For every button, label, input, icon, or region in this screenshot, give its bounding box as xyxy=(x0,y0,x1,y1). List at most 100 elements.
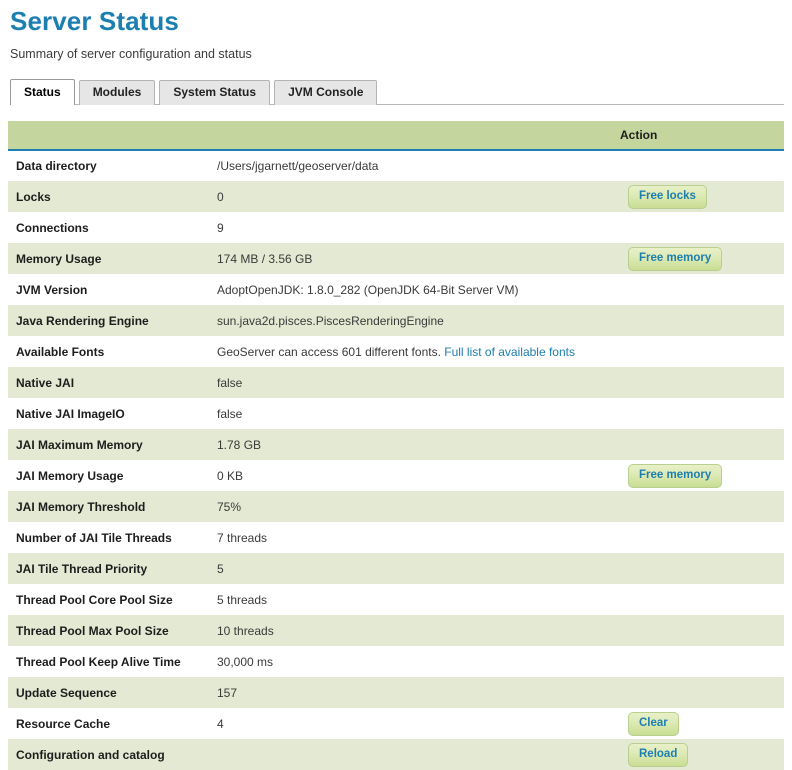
row-property-label: Memory Usage xyxy=(16,251,102,266)
column-header-property xyxy=(8,121,216,151)
row-property-label: JVM Version xyxy=(16,282,88,297)
row-action-cell: Free memory xyxy=(620,243,784,274)
row-action-cell: Free locks xyxy=(620,181,784,212)
row-property-label: Resource Cache xyxy=(16,716,111,731)
table-row: JAI Tile Thread Priority 5 xyxy=(8,553,784,584)
tab-system-status[interactable]: System Status xyxy=(159,80,271,105)
table-row: Native JAI false xyxy=(8,367,784,398)
free-memory-button[interactable]: Free memory xyxy=(628,246,723,271)
column-header-value xyxy=(216,121,620,151)
column-header-action: Action xyxy=(620,121,784,151)
row-property-label: Thread Pool Max Pool Size xyxy=(16,623,169,638)
row-action-cell xyxy=(620,398,784,429)
row-value: 157 xyxy=(217,685,238,700)
table-header-row: Action xyxy=(8,121,784,151)
status-table-wrap: Action Data directory/Users/jgarnett/geo… xyxy=(0,121,792,770)
row-property-label: Available Fonts xyxy=(16,344,105,359)
row-value: sun.java2d.pisces.PiscesRenderingEngine xyxy=(217,313,444,328)
row-action-cell xyxy=(620,336,784,367)
row-property-label: JAI Memory Threshold xyxy=(16,499,146,514)
row-action-cell xyxy=(620,646,784,677)
table-row: Thread Pool Keep Alive Time 30,000 ms xyxy=(8,646,784,677)
row-value: 5 xyxy=(217,561,224,576)
table-row: Thread Pool Core Pool Size 5 threads xyxy=(8,584,784,615)
row-property-label: Native JAI xyxy=(16,375,75,390)
table-row: JAI Maximum Memory 1.78 GB xyxy=(8,429,784,460)
row-value: AdoptOpenJDK: 1.8.0_282 (OpenJDK 64-Bit … xyxy=(217,282,519,297)
row-value: 75% xyxy=(217,499,242,514)
table-row: Resource Cache 4 Clear xyxy=(8,708,784,739)
tab-modules[interactable]: Modules xyxy=(78,80,156,105)
row-property-label: Data directory xyxy=(16,159,97,173)
table-row: Memory Usage 174 MB / 3.56 GB Free memory xyxy=(8,243,784,274)
row-action-cell xyxy=(620,553,784,584)
row-property-label: Update Sequence xyxy=(16,685,117,700)
available-fonts-link[interactable]: Full list of available fonts xyxy=(444,345,575,359)
table-row: Update Sequence 157 xyxy=(8,677,784,708)
table-row: Thread Pool Max Pool Size 10 threads xyxy=(8,615,784,646)
row-value: 0 xyxy=(217,189,224,204)
row-property-label: Java Rendering Engine xyxy=(16,313,149,328)
reload-button[interactable]: Reload xyxy=(628,742,689,767)
row-property-label: JAI Memory Usage xyxy=(16,468,124,483)
row-value: GeoServer can access 601 different fonts… xyxy=(216,336,620,367)
tab-status[interactable]: Status xyxy=(10,79,75,105)
table-row: Data directory/Users/jgarnett/geoserver/… xyxy=(8,150,784,181)
row-property-label: JAI Tile Thread Priority xyxy=(16,561,148,576)
clear-button[interactable]: Clear xyxy=(628,711,679,736)
table-head: Action xyxy=(8,121,784,151)
row-value: false xyxy=(217,406,243,421)
row-value: 30,000 ms xyxy=(217,654,274,669)
row-property-label: Thread Pool Keep Alive Time xyxy=(16,654,181,669)
table-row: Available Fonts GeoServer can access 601 … xyxy=(8,336,784,367)
row-value: 0 KB xyxy=(217,468,244,483)
free-locks-button[interactable]: Free locks xyxy=(628,184,707,209)
row-action-cell: Free memory xyxy=(620,460,784,491)
tab-jvm-console[interactable]: JVM Console xyxy=(274,80,378,105)
row-value: 4 xyxy=(217,716,224,731)
row-property-label: Connections xyxy=(16,220,89,235)
row-value: 9 xyxy=(217,220,224,235)
row-property-label: Configuration and catalog xyxy=(16,747,165,762)
row-action-cell xyxy=(620,677,784,708)
table-body: Data directory/Users/jgarnett/geoserver/… xyxy=(8,150,784,770)
row-value: 7 threads xyxy=(217,530,268,545)
row-action-cell xyxy=(620,274,784,305)
row-value: /Users/jgarnett/geoserver/data xyxy=(217,159,379,173)
tab-bar: Status Modules System Status JVM Console xyxy=(0,78,792,105)
row-action-cell xyxy=(620,584,784,615)
row-action-cell xyxy=(620,367,784,398)
row-action-cell xyxy=(620,491,784,522)
row-action-cell xyxy=(620,305,784,336)
row-property-label: JAI Maximum Memory xyxy=(16,437,143,452)
row-action-cell xyxy=(620,212,784,243)
table-row: Configuration and catalog Reload xyxy=(8,739,784,770)
row-property-label: Number of JAI Tile Threads xyxy=(16,530,172,545)
row-action-cell xyxy=(620,522,784,553)
row-action-cell xyxy=(620,150,784,181)
tab-list: Status Modules System Status JVM Console xyxy=(10,78,792,105)
page-subtitle: Summary of server configuration and stat… xyxy=(10,47,252,61)
table-row: Native JAI ImageIO false xyxy=(8,398,784,429)
table-row: Locks 0 Free locks xyxy=(8,181,784,212)
page-title: Server Status xyxy=(10,6,179,36)
row-value: 5 threads xyxy=(217,592,268,607)
row-property-label: Locks xyxy=(16,189,51,204)
row-value-text: GeoServer can access 601 different fonts… xyxy=(217,344,441,359)
row-value: 10 threads xyxy=(217,623,274,638)
row-action-cell xyxy=(620,615,784,646)
table-row: Java Rendering Engine sun.java2d.pisces.P… xyxy=(8,305,784,336)
row-value xyxy=(216,739,620,770)
row-action-cell: Clear xyxy=(620,708,784,739)
server-status-table: Action Data directory/Users/jgarnett/geo… xyxy=(8,121,784,770)
table-row: JAI Memory Usage 0 KB Free memory xyxy=(8,460,784,491)
table-row: Connections 9 xyxy=(8,212,784,243)
row-value: 174 MB / 3.56 GB xyxy=(217,251,313,266)
table-row: JVM Version AdoptOpenJDK: 1.8.0_282 (Open… xyxy=(8,274,784,305)
row-value: 1.78 GB xyxy=(217,437,262,452)
row-value: false xyxy=(217,375,243,390)
table-row: Number of JAI Tile Threads 7 threads xyxy=(8,522,784,553)
free-memory-button[interactable]: Free memory xyxy=(628,463,723,488)
row-property-label: Native JAI ImageIO xyxy=(16,406,125,421)
server-status-page: Server Status Summary of server configur… xyxy=(0,0,792,770)
